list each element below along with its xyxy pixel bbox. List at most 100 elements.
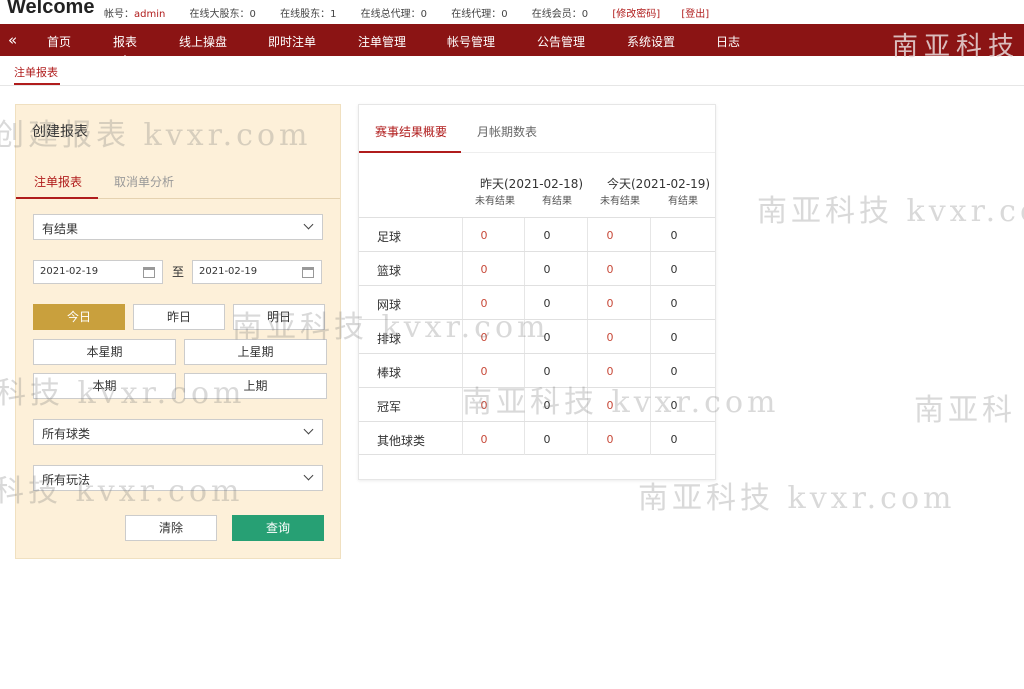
tab-monthly-period-table[interactable]: 月帐期数表 — [477, 123, 537, 140]
query-button[interactable]: 查询 — [232, 515, 324, 541]
nav-item-live-bets[interactable]: 即时注单 — [268, 33, 316, 50]
unsettled-count[interactable]: 0 — [474, 365, 494, 378]
column-divider — [650, 286, 651, 319]
unsettled-count[interactable]: 0 — [474, 229, 494, 242]
unsettled-count[interactable]: 0 — [474, 433, 494, 446]
column-divider — [462, 252, 463, 285]
sport-type-value: 所有球类 — [42, 427, 91, 441]
column-divider — [650, 320, 651, 353]
watermark: 南亚科 — [914, 393, 1016, 428]
last-week-button[interactable]: 上星期 — [184, 339, 327, 365]
chevron-down-icon — [303, 424, 314, 435]
unsettled-count[interactable]: 0 — [600, 229, 620, 242]
calendar-icon[interactable] — [143, 267, 155, 278]
column-divider — [462, 354, 463, 387]
panel-title: 创建报表 — [32, 124, 88, 140]
date-from-input[interactable]: 2021-02-19 — [33, 260, 163, 284]
breadcrumb-bar: 注单报表 — [0, 56, 1024, 86]
active-tab-underline — [16, 197, 98, 199]
clear-button[interactable]: 清除 — [125, 515, 217, 541]
column-divider — [650, 388, 651, 421]
header-today: 今天(2021-02-19) — [607, 177, 711, 191]
unsettled-count[interactable]: 0 — [600, 297, 620, 310]
table-row: 篮球 0 0 0 0 — [359, 251, 715, 285]
nav-item-reports[interactable]: 报表 — [113, 33, 137, 61]
breadcrumb-underline — [14, 83, 60, 85]
results-table: 足球 0 0 0 0 篮球 0 0 0 0 网球 0 0 0 0 排球 0 0 0 0 棒球 0 0 0 0 冠军 0 0 0 0 其他球类… — [359, 217, 715, 455]
date-to-input[interactable]: 2021-02-19 — [192, 260, 322, 284]
create-report-panel: 创建报表 注单报表 取消单分析 有结果 2021-02-19 至 2021-02… — [15, 104, 341, 559]
tomorrow-button[interactable]: 明日 — [233, 304, 325, 330]
unsettled-count[interactable]: 0 — [474, 399, 494, 412]
column-divider — [650, 218, 651, 251]
stat-online-agents: 在线代理：0 — [451, 9, 508, 20]
today-button[interactable]: 今日 — [33, 304, 125, 330]
header-yesterday-settled: 有结果 — [542, 196, 572, 207]
watermark: 南亚科技 kvxr.com — [757, 194, 1024, 229]
date-to-value: 2021-02-19 — [199, 266, 258, 277]
stat-online-members: 在线会员：0 — [531, 9, 589, 20]
settled-count: 0 — [543, 331, 551, 344]
unsettled-count[interactable]: 0 — [600, 365, 620, 378]
this-period-button[interactable]: 本期 — [33, 373, 176, 399]
unsettled-count[interactable]: 0 — [600, 433, 620, 446]
nav-item-bet-management[interactable]: 注单管理 — [358, 33, 406, 50]
table-row: 网球 0 0 0 0 — [359, 285, 715, 319]
unsettled-count[interactable]: 0 — [474, 297, 494, 310]
top-bar: Welcome 帐号：admin 在线大股东：0 在线股东：1 在线总代理：0 … — [0, 0, 1024, 24]
tab-cancel-analysis[interactable]: 取消单分析 — [114, 173, 174, 190]
chevron-down-icon — [303, 470, 314, 481]
header-today-settled: 有结果 — [668, 196, 698, 207]
calendar-icon[interactable] — [302, 267, 314, 278]
table-row: 足球 0 0 0 0 — [359, 217, 715, 251]
settled-count: 0 — [543, 263, 551, 276]
brand-title: Welcome — [7, 0, 95, 18]
column-divider — [462, 422, 463, 455]
header-today-unsettled: 未有结果 — [600, 196, 640, 207]
settled-count: 0 — [543, 229, 551, 242]
result-status-select[interactable]: 有结果 — [33, 214, 323, 240]
table-row: 冠军 0 0 0 0 — [359, 387, 715, 421]
table-row: 其他球类 0 0 0 0 — [359, 421, 715, 455]
sport-type-select[interactable]: 所有球类 — [33, 419, 323, 445]
nav-item-home[interactable]: 首页 — [47, 33, 71, 50]
settled-count: 0 — [670, 263, 678, 276]
active-tab-underline — [359, 151, 461, 153]
settled-count: 0 — [543, 399, 551, 412]
sport-name: 网球 — [377, 298, 402, 312]
breadcrumb-tab-bet-report[interactable]: 注单报表 — [14, 64, 58, 80]
column-divider — [462, 218, 463, 251]
last-period-button[interactable]: 上期 — [184, 373, 327, 399]
tab-event-results-summary[interactable]: 赛事结果概要 — [375, 123, 447, 140]
nav-item-system-settings[interactable]: 系统设置 — [627, 33, 675, 50]
column-divider — [524, 320, 525, 353]
tab-bet-report[interactable]: 注单报表 — [34, 173, 82, 190]
change-password-link[interactable]: [修改密码] — [612, 9, 660, 20]
unsettled-count[interactable]: 0 — [600, 263, 620, 276]
unsettled-count[interactable]: 0 — [474, 263, 494, 276]
settled-count: 0 — [543, 433, 551, 446]
nav-item-online-trading[interactable]: 线上操盘 — [179, 33, 227, 50]
unsettled-count[interactable]: 0 — [600, 331, 620, 344]
sport-name: 排球 — [377, 332, 402, 346]
settled-count: 0 — [670, 365, 678, 378]
column-divider — [587, 320, 588, 353]
card-tabs: 赛事结果概要 月帐期数表 — [359, 105, 715, 153]
settled-count: 0 — [670, 229, 678, 242]
unsettled-count[interactable]: 0 — [474, 331, 494, 344]
collapse-sidebar-icon[interactable]: « — [8, 31, 17, 49]
play-type-select[interactable]: 所有玩法 — [33, 465, 323, 491]
logout-link[interactable]: [登出] — [681, 9, 709, 20]
nav-item-logs[interactable]: 日志 — [716, 33, 740, 50]
unsettled-count[interactable]: 0 — [600, 399, 620, 412]
nav-item-account-management[interactable]: 帐号管理 — [447, 33, 495, 50]
column-divider — [524, 252, 525, 285]
main-nav: « 首页 报表 线上操盘 即时注单 注单管理 帐号管理 公告管理 系统设置 日志… — [0, 24, 1024, 62]
settled-count: 0 — [670, 331, 678, 344]
column-divider — [587, 388, 588, 421]
column-divider — [587, 218, 588, 251]
nav-item-announcements[interactable]: 公告管理 — [537, 33, 585, 50]
yesterday-button[interactable]: 昨日 — [133, 304, 225, 330]
settled-count: 0 — [670, 433, 678, 446]
this-week-button[interactable]: 本星期 — [33, 339, 176, 365]
